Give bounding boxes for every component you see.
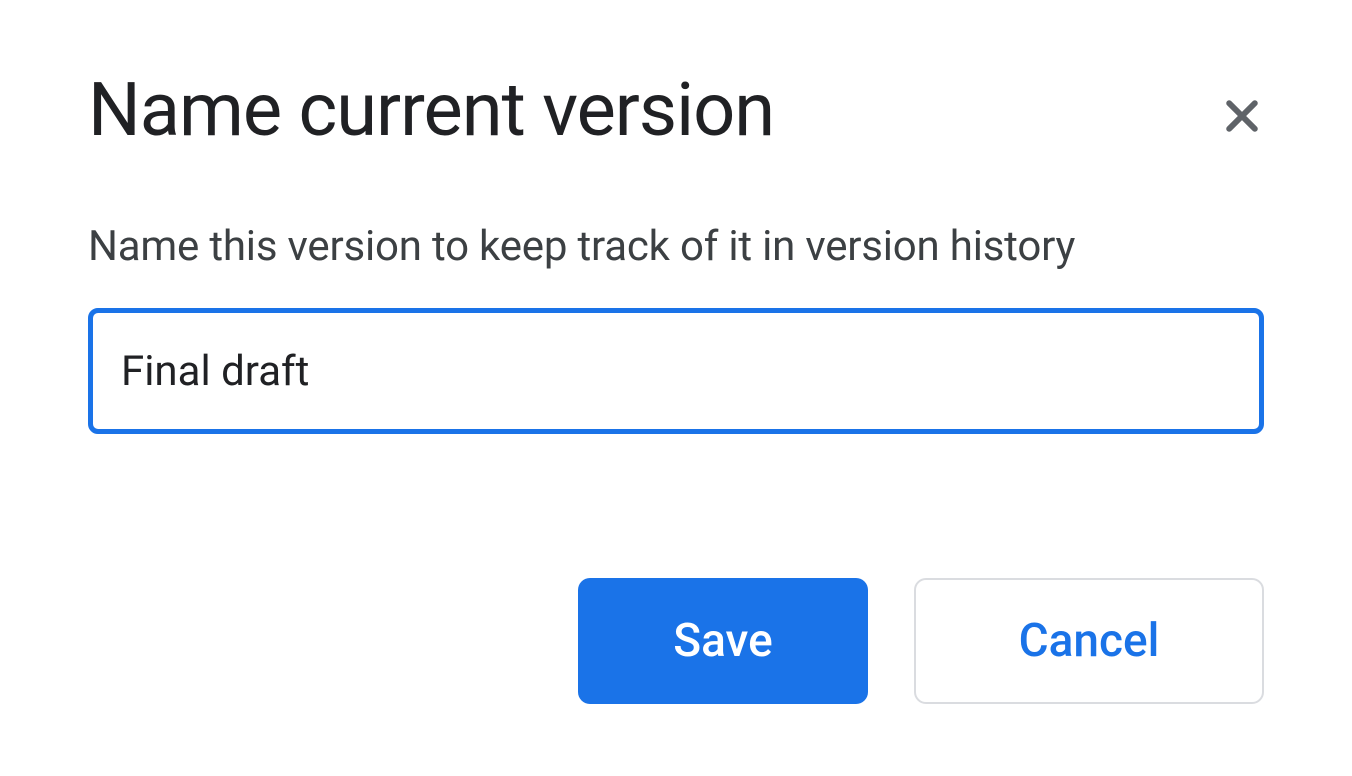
save-button[interactable]: Save [578, 578, 868, 704]
dialog-actions: Save Cancel [88, 578, 1264, 712]
dialog-title: Name current version [88, 72, 774, 150]
close-button[interactable] [1212, 86, 1272, 146]
dialog-header: Name current version [88, 72, 1264, 150]
dialog-helper-text: Name this version to keep track of it in… [88, 222, 1264, 272]
version-name-input[interactable] [88, 308, 1264, 434]
close-icon [1220, 94, 1264, 138]
name-version-dialog: Name current version Name this version t… [0, 0, 1352, 776]
cancel-button[interactable]: Cancel [914, 578, 1264, 704]
